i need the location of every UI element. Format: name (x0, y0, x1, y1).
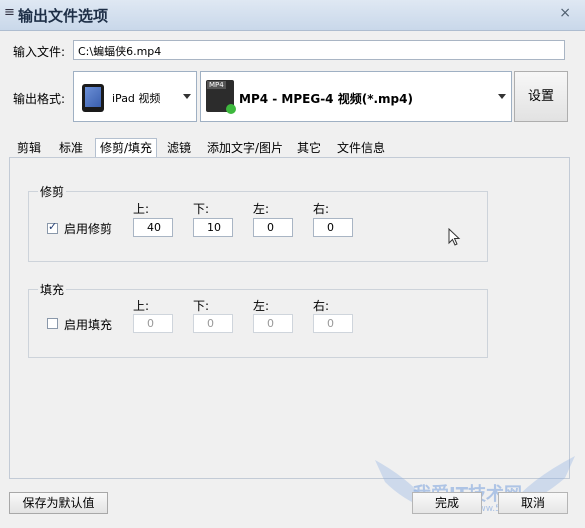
title-bar: ≡ 输出文件选项 × (0, 0, 585, 31)
tab-standard[interactable]: 标准 (55, 139, 87, 158)
pad-group-title: 填充 (38, 281, 67, 298)
chevron-down-icon (183, 93, 191, 99)
output-format-label: 输出格式: (13, 92, 66, 106)
enable-pad-checkbox[interactable] (47, 318, 58, 329)
enable-pad-label: 启用填充 (64, 318, 113, 332)
pad-top-input[interactable]: 0 (133, 314, 173, 333)
crop-group: 修剪 启用修剪 上: 下: 左: 右: 40 10 0 0 (28, 183, 488, 262)
done-button[interactable]: 完成 (412, 492, 482, 514)
crop-left-input[interactable]: 0 (253, 218, 293, 237)
device-select-value: iPad 视频 (112, 92, 161, 105)
mp4-file-icon: MP4 (206, 80, 236, 114)
enable-crop-label: 启用修剪 (64, 222, 113, 236)
crop-bottom-input[interactable]: 10 (193, 218, 233, 237)
tab-other[interactable]: 其它 (293, 139, 325, 158)
pad-right-input[interactable]: 0 (313, 314, 353, 333)
pad-right-label: 右: (313, 299, 330, 313)
close-icon[interactable]: × (559, 5, 571, 21)
pad-left-label: 左: (253, 299, 270, 313)
tab-add-text-image[interactable]: 添加文字/图片 (203, 139, 287, 158)
pad-group: 填充 启用填充 上: 下: 左: 右: 0 0 0 0 (28, 281, 488, 358)
pad-top-label: 上: (133, 299, 150, 313)
crop-group-title: 修剪 (38, 183, 67, 200)
crop-left-label: 左: (253, 202, 270, 216)
system-menu-icon[interactable]: ≡ (4, 5, 15, 20)
input-file-label: 输入文件: (13, 45, 66, 59)
tab-panel: 修剪 启用修剪 上: 下: 左: 右: 40 10 0 0 填充 启用填充 上:… (9, 157, 570, 479)
crop-top-input[interactable]: 40 (133, 218, 173, 237)
device-select[interactable]: iPad 视频 (73, 71, 197, 122)
crop-right-input[interactable]: 0 (313, 218, 353, 237)
mouse-cursor-icon (448, 228, 461, 246)
tab-file-info[interactable]: 文件信息 (333, 139, 389, 158)
tab-filter[interactable]: 滤镜 (163, 139, 195, 158)
input-file-field[interactable]: C:\蝙蝠侠6.mp4 (73, 40, 565, 60)
pad-left-input[interactable]: 0 (253, 314, 293, 333)
crop-right-label: 右: (313, 202, 330, 216)
tab-crop-pad[interactable]: 修剪/填充 (95, 138, 158, 159)
enable-crop-checkbox[interactable] (47, 220, 58, 234)
tab-clip[interactable]: 剪辑 (13, 139, 45, 158)
pad-bottom-label: 下: (193, 299, 210, 313)
crop-bottom-label: 下: (193, 202, 210, 216)
crop-top-label: 上: (133, 202, 150, 216)
format-select-value: MP4 - MPEG-4 视频(*.mp4) (239, 92, 413, 106)
format-select[interactable]: MP4 MP4 - MPEG-4 视频(*.mp4) (200, 71, 512, 122)
window-title: 输出文件选项 (18, 7, 109, 25)
cancel-button[interactable]: 取消 (498, 492, 568, 514)
ipad-icon (82, 84, 104, 112)
save-default-button[interactable]: 保存为默认值 (9, 492, 108, 514)
pad-bottom-input[interactable]: 0 (193, 314, 233, 333)
chevron-down-icon (498, 93, 506, 99)
settings-button[interactable]: 设置 (514, 71, 568, 122)
